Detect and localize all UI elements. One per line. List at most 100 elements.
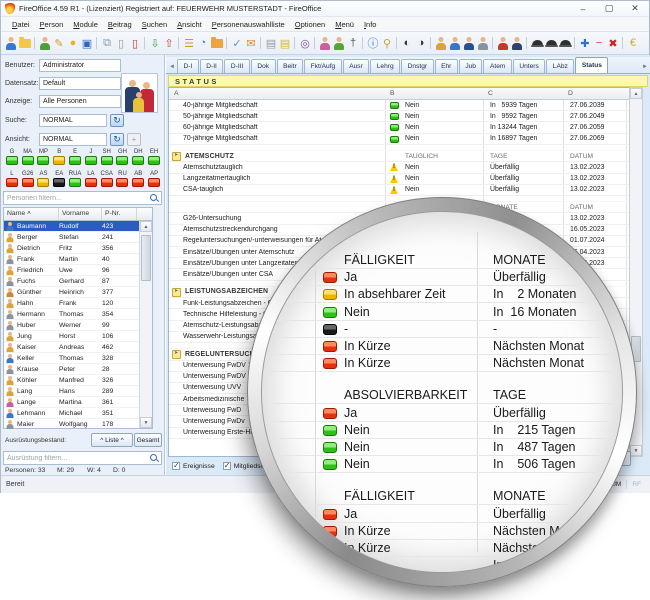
status-button-gh[interactable] (116, 156, 128, 165)
tab-unters[interactable]: Unters (513, 59, 545, 73)
column-a[interactable]: A (174, 88, 179, 97)
view-reset-button[interactable]: ↻ (110, 133, 124, 146)
status-button-eh[interactable] (148, 156, 160, 165)
person-table-scrollbar[interactable]: ▲ ▼ (139, 221, 152, 428)
person-row-kaiser[interactable]: KaiserAndreas462 (4, 342, 152, 353)
table-row[interactable]: LangzeitatmertauglichNeinÜberfällig13.02… (169, 174, 629, 185)
tab-status[interactable]: Status (575, 57, 608, 73)
status-button-l[interactable] (6, 178, 18, 187)
person-active-icon[interactable] (448, 35, 462, 51)
dataset-field[interactable]: Default (39, 77, 121, 90)
delete-red-icon[interactable]: ▯ (128, 35, 142, 51)
tab-fkt-aufg[interactable]: Fkt/Aufg (304, 59, 342, 73)
table-row[interactable]: AtemschutztauglichNeinÜberfällig13.02.20… (169, 162, 629, 173)
view-mode-field[interactable]: NORMAL (39, 133, 107, 146)
tab-dnstgr[interactable]: Dnstgr (401, 59, 433, 73)
person-row-lehmann[interactable]: LehmannMichael351 (4, 408, 152, 419)
tab-ehr[interactable]: Ehr (435, 59, 458, 73)
save-icon[interactable]: ▣ (80, 35, 94, 51)
tab-scroll-right-icon[interactable]: ► (642, 64, 648, 70)
scroll-down-icon[interactable]: ▼ (140, 417, 152, 428)
person-row-hermann[interactable]: HermannThomas354 (4, 309, 152, 320)
equipment-filter-input[interactable] (4, 455, 149, 462)
persons-pair-icon[interactable] (318, 35, 332, 51)
status-button-j[interactable] (85, 156, 97, 165)
status-button-g[interactable] (6, 156, 18, 165)
menu-item-optionen[interactable]: Optionen (290, 18, 330, 31)
status-button-mp[interactable] (37, 156, 49, 165)
column-d[interactable]: D (568, 88, 573, 97)
tab-lehrg[interactable]: Lehrg (370, 59, 400, 73)
delete-icon[interactable]: ▯ (114, 35, 128, 51)
search-mode-field[interactable]: NORMAL (39, 114, 107, 127)
person-row-baumann[interactable]: BaumannRudolf423 (4, 221, 152, 232)
person-row-günther[interactable]: GüntherHeinrich377 (4, 287, 152, 298)
folder-open-icon[interactable] (210, 35, 224, 51)
equipment-list-button[interactable]: ^ Liste ^ (91, 433, 133, 447)
status-button-as[interactable] (37, 178, 49, 187)
tab-dok[interactable]: Dok (251, 59, 276, 73)
person-row-dietrich[interactable]: DietrichFritz356 (4, 243, 152, 254)
status-button-rua[interactable] (69, 178, 81, 187)
export-database-icon[interactable]: ⇧ (162, 35, 176, 51)
person-red-icon[interactable] (496, 35, 510, 51)
menu-item-person[interactable]: Person (35, 18, 69, 31)
edit-person-icon[interactable] (38, 35, 52, 51)
status-button-ap[interactable] (148, 178, 160, 187)
person-uniform-icon[interactable] (510, 35, 524, 51)
person-youth-icon[interactable] (462, 35, 476, 51)
status-button-ab[interactable] (132, 178, 144, 187)
remove-icon[interactable]: − (592, 35, 606, 51)
status-button-la[interactable] (85, 178, 97, 187)
status-button-sh[interactable] (101, 156, 113, 165)
print-color-icon[interactable]: ▤ (278, 35, 292, 51)
menu-item-ansicht[interactable]: Ansicht (172, 18, 207, 31)
euro-icon[interactable]: € (626, 35, 640, 51)
table-row[interactable]: CSA-tauglichNeinÜberfällig13.02.2023 (169, 185, 629, 196)
search-reset-button[interactable]: ↻ (110, 114, 124, 127)
status-button-ma[interactable] (22, 156, 34, 165)
status-button-ea[interactable] (53, 178, 65, 187)
person-row-jung[interactable]: JungHorst106 (4, 331, 152, 342)
status-button-e[interactable] (69, 156, 81, 165)
helmet-icon-1[interactable] (530, 35, 544, 51)
delete-x-icon[interactable]: ✖ (606, 35, 620, 51)
status-button-ru[interactable] (116, 178, 128, 187)
column-header-pnr[interactable]: P-Nr. (102, 208, 137, 220)
events-checkbox[interactable] (172, 462, 180, 470)
person-row-hahn[interactable]: HahnFrank120 (4, 298, 152, 309)
tab-d-i[interactable]: D-I (177, 59, 199, 73)
tab-ausr[interactable]: Ausr (343, 59, 370, 73)
person-row-friedrich[interactable]: FriedrichUwe96 (4, 265, 152, 276)
open-folder-icon[interactable] (18, 35, 32, 51)
scrollbar-thumb[interactable] (141, 235, 151, 281)
status-button-csa[interactable] (101, 178, 113, 187)
status-button-b[interactable] (53, 156, 65, 165)
tab-labz[interactable]: LAbz (546, 59, 574, 73)
person-passive-icon[interactable] (476, 35, 490, 51)
status-button-g26[interactable] (22, 178, 34, 187)
table-section-row[interactable]: ATEMSCHUTZTAUGLICHTAGEDATUM (169, 151, 629, 162)
table-row[interactable]: 70-jährige MitgliedschaftNeinIn 16897 Ta… (169, 134, 629, 145)
memorial-cross-icon[interactable]: † (346, 35, 360, 51)
edit-pencil-icon[interactable]: ✎ (52, 35, 66, 51)
menu-item-info[interactable]: Info (359, 18, 382, 31)
person-row-huber[interactable]: HuberWerner99 (4, 320, 152, 331)
copy-icon[interactable]: ⧉ (100, 35, 114, 51)
tab-jub[interactable]: Jub (459, 59, 483, 73)
search-binoculars-icon[interactable]: ◎ (298, 35, 312, 51)
person-member-icon[interactable] (434, 35, 448, 51)
mail-icon[interactable]: ✉ (244, 35, 258, 51)
search-key-icon[interactable]: ⚲ (380, 35, 394, 51)
clock-icon[interactable]: ◔ (196, 35, 210, 51)
person-row-maier[interactable]: MaierWolfgang178 (4, 419, 152, 430)
person-row-lange[interactable]: LangeMartina361 (4, 397, 152, 408)
person-row-köhler[interactable]: KöhlerManfred326 (4, 375, 152, 386)
membership-checkbox[interactable] (223, 462, 231, 470)
tab-scroll-left-icon[interactable]: ◄ (169, 64, 175, 70)
person-row-krause[interactable]: KrausePeter28 (4, 364, 152, 375)
person-row-fuchs[interactable]: FuchsGerhard87 (4, 276, 152, 287)
person-filter-input[interactable] (4, 195, 149, 202)
events-checkbox-group[interactable]: Ereignisse (172, 462, 215, 470)
table-row[interactable]: 40-jährige MitgliedschaftNeinIn 5939 Tag… (169, 100, 629, 111)
